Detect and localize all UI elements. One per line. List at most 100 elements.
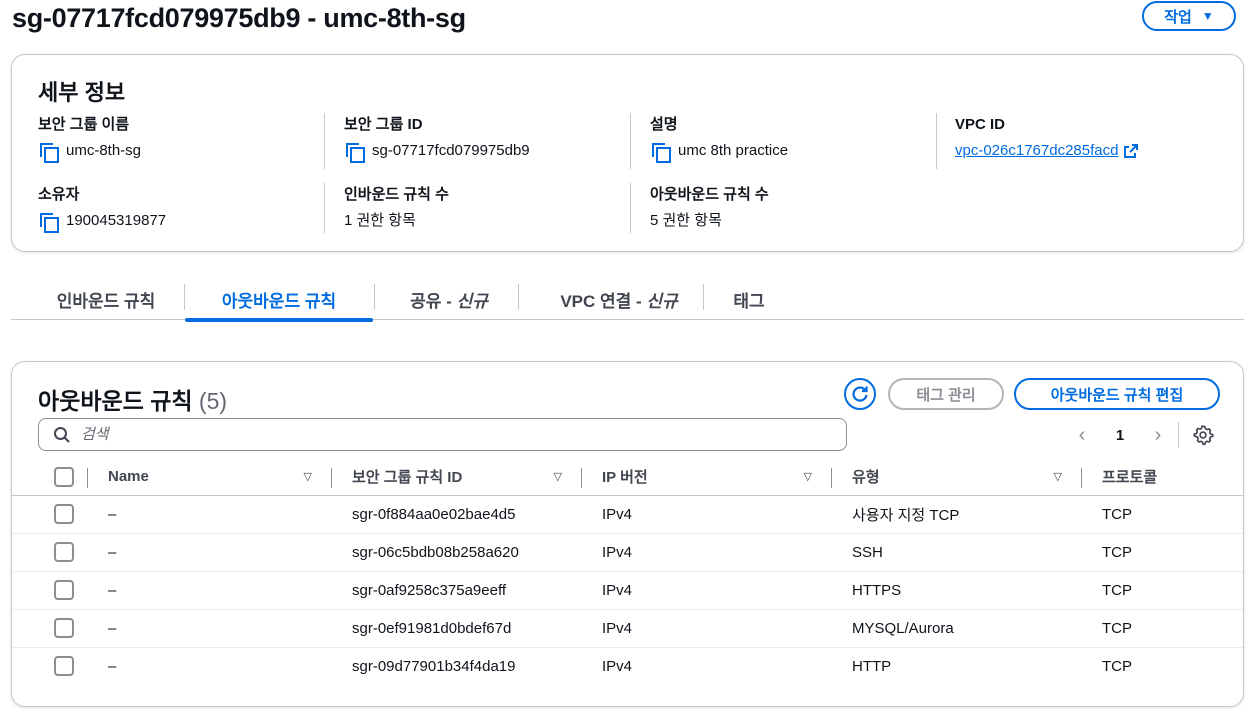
- tab-inbound-rules[interactable]: 인바운드 규칙: [25, 278, 187, 320]
- vpc-id-field: VPC ID vpc-026c1767dc285facd: [955, 115, 1139, 161]
- cell-name: –: [108, 571, 332, 610]
- sort-icon[interactable]: ▽: [804, 470, 812, 483]
- copy-icon[interactable]: [650, 141, 671, 163]
- cell-rule-id: sgr-0ef91981d0bdef67d: [332, 609, 582, 648]
- table-row[interactable]: – sgr-0ef91981d0bdef67d IPv4 MYSQL/Auror…: [12, 609, 1243, 648]
- chevron-right-icon[interactable]: ›: [1148, 424, 1168, 447]
- table-row[interactable]: – sgr-0af9258c375a9eeff IPv4 HTTPS TCP: [12, 571, 1243, 610]
- column-header-ip-version[interactable]: IP 버전 ▽: [582, 459, 832, 496]
- rules-title-text: 아웃바운드 규칙: [38, 388, 193, 414]
- table-header-row: Name ▽ 보안 그룹 규칙 ID ▽ IP 버전 ▽ 유형 ▽ 프로토콜: [12, 459, 1243, 496]
- sg-id-field: 보안 그룹 ID sg-07717fcd079975db9: [344, 115, 530, 163]
- copy-icon[interactable]: [38, 141, 59, 163]
- vpc-id-link[interactable]: vpc-026c1767dc285facd: [955, 141, 1118, 161]
- owner-label: 소유자: [38, 186, 80, 203]
- sg-name-field: 보안 그룹 이름 umc-8th-sg: [38, 115, 142, 163]
- sg-id-value: sg-07717fcd079975db9: [372, 142, 530, 159]
- tab-tags[interactable]: 태그: [717, 278, 781, 320]
- tab-bar: 인바운드 규칙 아웃바운드 규칙 공유 - 신규 VPC 연결 - 신규 태그: [11, 278, 1244, 322]
- table-row[interactable]: – sgr-06c5bdb08b258a620 IPv4 SSH TCP: [12, 533, 1243, 572]
- pagination: ‹ 1 ›: [1072, 422, 1168, 448]
- description-value: umc 8th practice: [678, 142, 789, 159]
- page-number[interactable]: 1: [1116, 427, 1124, 444]
- divider: [630, 183, 631, 233]
- row-checkbox[interactable]: [54, 580, 74, 600]
- manage-tags-button[interactable]: 태그 관리: [888, 378, 1004, 410]
- divider: [324, 183, 325, 233]
- caret-down-icon: ▼: [1201, 9, 1214, 23]
- owner-value: 190045319877: [66, 212, 167, 229]
- search-icon: [54, 426, 70, 443]
- tab-separator: [518, 284, 519, 310]
- cell-ip-version: IPv4: [582, 609, 832, 648]
- divider: [630, 113, 631, 169]
- cell-type: HTTP: [852, 657, 892, 675]
- actions-label: 작업: [1164, 8, 1192, 26]
- actions-dropdown-button[interactable]: 작업 ▼: [1142, 1, 1236, 31]
- gear-icon[interactable]: [1192, 424, 1214, 446]
- description-field: 설명 umc 8th practice: [650, 115, 789, 163]
- rules-table: Name ▽ 보안 그룹 규칙 ID ▽ IP 버전 ▽ 유형 ▽ 프로토콜 –…: [12, 459, 1243, 685]
- tab-outbound-rules[interactable]: 아웃바운드 규칙: [185, 278, 373, 322]
- inbound-count-label: 인바운드 규칙 수: [344, 186, 449, 203]
- external-link-icon[interactable]: [1123, 143, 1139, 159]
- tab-vpc-association[interactable]: VPC 연결 - 신규: [529, 278, 709, 320]
- table-row[interactable]: – sgr-0f884aa0e02bae4d5 IPv4 사용자 지정 TCP …: [12, 495, 1243, 534]
- cell-ip-version: IPv4: [582, 533, 832, 572]
- cell-rule-id: sgr-09d77901b34f4da19: [352, 657, 516, 675]
- details-title: 세부 정보: [38, 80, 126, 105]
- row-checkbox[interactable]: [54, 618, 74, 638]
- row-checkbox[interactable]: [54, 542, 74, 562]
- cell-ip-version: IPv4: [582, 571, 832, 610]
- column-divider: [87, 468, 88, 488]
- rules-title: 아웃바운드 규칙 (5): [38, 382, 227, 416]
- search-input[interactable]: [81, 426, 781, 443]
- divider: [324, 113, 325, 169]
- copy-icon[interactable]: [38, 211, 59, 233]
- edit-outbound-rules-button[interactable]: 아웃바운드 규칙 편집: [1014, 378, 1220, 410]
- column-header-type[interactable]: 유형 ▽: [832, 459, 1082, 496]
- cell-protocol: TCP: [1082, 495, 1243, 534]
- row-checkbox[interactable]: [54, 504, 74, 524]
- details-panel: 세부 정보 보안 그룹 이름 umc-8th-sg 보안 그룹 ID sg-07…: [11, 54, 1244, 252]
- select-all-checkbox[interactable]: [54, 466, 74, 487]
- inbound-count-field: 인바운드 규칙 수 1 권한 항목: [344, 185, 449, 231]
- owner-field: 소유자 190045319877: [38, 185, 167, 233]
- cell-protocol: TCP: [1102, 657, 1132, 675]
- outbound-count-value: 5 권한 항목: [650, 212, 722, 229]
- sg-name-value: umc-8th-sg: [66, 142, 142, 159]
- sort-icon[interactable]: ▽: [554, 470, 562, 483]
- outbound-rules-panel: 아웃바운드 규칙 (5) 태그 관리 아웃바운드 규칙 편집 ‹ 1 ›: [11, 361, 1244, 707]
- table-row[interactable]: – sgr-09d77901b34f4da19 IPv4 HTTP TCP: [12, 647, 1243, 685]
- cell-rule-id: sgr-0af9258c375a9eeff: [332, 571, 582, 610]
- sg-name-label: 보안 그룹 이름: [38, 116, 130, 133]
- refresh-icon: [852, 386, 868, 402]
- description-label: 설명: [650, 116, 678, 133]
- divider: [1178, 422, 1179, 448]
- cell-type: SSH: [832, 533, 1082, 572]
- copy-icon[interactable]: [344, 141, 365, 163]
- cell-type: 사용자 지정 TCP: [832, 495, 1082, 534]
- refresh-button[interactable]: [844, 378, 876, 410]
- tab-sharing[interactable]: 공유 - 신규: [385, 278, 513, 320]
- sort-icon[interactable]: ▽: [304, 470, 312, 483]
- cell-rule-id: sgr-06c5bdb08b258a620: [332, 533, 582, 572]
- column-header-rule-id[interactable]: 보안 그룹 규칙 ID ▽: [332, 459, 582, 496]
- cell-name: –: [108, 657, 117, 675]
- column-header-name[interactable]: Name ▽: [108, 459, 332, 496]
- cell-type: HTTPS: [832, 571, 1082, 610]
- tab-separator: [374, 284, 375, 310]
- page-title: sg-07717fcd079975db9 - umc-8th-sg: [12, 3, 466, 33]
- sg-id-label: 보안 그룹 ID: [344, 116, 423, 133]
- column-header-protocol[interactable]: 프로토콜: [1082, 459, 1243, 496]
- sort-icon[interactable]: ▽: [1054, 470, 1062, 483]
- chevron-left-icon[interactable]: ‹: [1072, 424, 1092, 447]
- cell-protocol: TCP: [1082, 609, 1243, 648]
- inbound-count-value: 1 권한 항목: [344, 212, 416, 229]
- tab-separator: [703, 284, 704, 310]
- outbound-count-field: 아웃바운드 규칙 수 5 권한 항목: [650, 185, 769, 231]
- vpc-id-label: VPC ID: [955, 116, 1006, 133]
- row-checkbox[interactable]: [54, 656, 74, 677]
- cell-ip-version: IPv4: [582, 495, 832, 534]
- cell-rule-id: sgr-0f884aa0e02bae4d5: [332, 495, 582, 534]
